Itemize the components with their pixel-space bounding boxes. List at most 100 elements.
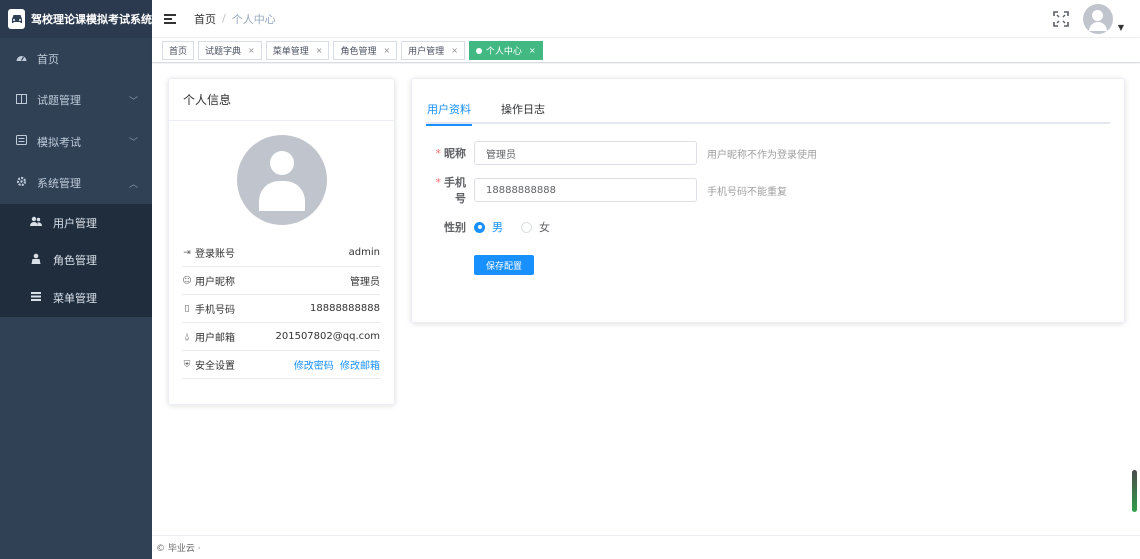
- phone-row: * 手机号 18888888888 手机号码不能重复: [426, 176, 788, 205]
- gender-label: 性别: [444, 221, 466, 234]
- close-icon[interactable]: ×: [451, 46, 458, 55]
- profile-avatar[interactable]: [237, 135, 327, 225]
- nickname-label: * 昵称: [426, 145, 467, 161]
- tab-operation-log[interactable]: 操作日志: [500, 101, 546, 124]
- change-password-link[interactable]: 修改密码: [294, 361, 334, 372]
- info-value: 201507802@qq.com: [275, 331, 381, 342]
- scrollbar[interactable]: [1132, 470, 1137, 512]
- sidebar-item-questions[interactable]: 试题管理 ﹀: [0, 80, 152, 122]
- sidebar-item-label: 试题管理: [37, 94, 81, 108]
- gender-female-radio[interactable]: 女: [521, 219, 550, 235]
- profile-edit-card: 用户资料 操作日志 * 昵称 管理员 用户昵称不作为登录使用 * 手机号 18888…: [411, 78, 1125, 323]
- tag-question-dict[interactable]: 试题字典 ×: [198, 41, 262, 60]
- gender-male-radio[interactable]: 男: [474, 219, 503, 235]
- sidebar: 驾校理论课模拟考试系统 首页 试题管理 ﹀ 模拟考试 ﹀ 系统管理 ︿ 用户管理…: [0, 0, 152, 559]
- sidebar-item-label: 菜单管理: [53, 291, 97, 305]
- save-button[interactable]: 保存配置: [474, 255, 534, 275]
- radio-label: 女: [539, 221, 550, 234]
- users-icon: [29, 216, 43, 229]
- car-icon: [8, 9, 25, 29]
- profile-tabs: 用户资料 操作日志: [426, 101, 1110, 126]
- phone-icon: ▯: [184, 303, 190, 314]
- brand[interactable]: 驾校理论课模拟考试系统: [0, 0, 152, 38]
- breadcrumb-home[interactable]: 首页: [194, 11, 216, 27]
- menu-icon: [29, 291, 43, 304]
- close-icon[interactable]: ×: [316, 46, 323, 55]
- dashboard-icon: [14, 53, 28, 65]
- user-icon: ☺: [182, 275, 192, 286]
- change-email-link[interactable]: 修改邮箱: [340, 361, 380, 372]
- tag-profile[interactable]: 个人中心 ×: [468, 41, 543, 60]
- phone-input[interactable]: 18888888888: [474, 178, 697, 202]
- list-item: ⛨ 安全设置 修改密码 修改邮箱: [182, 351, 380, 379]
- sidebar-item-roles[interactable]: 角色管理: [0, 242, 152, 280]
- tag-label: 菜单管理: [272, 47, 309, 57]
- fullscreen-icon[interactable]: [1053, 11, 1069, 27]
- tag-label: 试题字典: [205, 47, 242, 57]
- tag-home[interactable]: 首页: [162, 41, 195, 60]
- tag-label: 首页: [169, 47, 188, 57]
- breadcrumb-current: 个人中心: [231, 12, 276, 26]
- login-icon: ⇥: [183, 247, 191, 258]
- sidebar-item-exam[interactable]: 模拟考试 ﹀: [0, 121, 152, 163]
- tag-label: 角色管理: [340, 47, 377, 57]
- nickname-hint: 用户昵称不作为登录使用: [707, 149, 817, 161]
- hamburger-icon[interactable]: [164, 12, 176, 26]
- info-label: 手机号码: [195, 305, 235, 316]
- sidebar-item-home[interactable]: 首页: [0, 38, 152, 80]
- profile-card: 个人信息 ⇥ 登录账号 admin ☺ 用户昵称 管理员 ▯ 手机号码 1888888…: [168, 78, 395, 405]
- info-value: 18888888888: [310, 303, 380, 314]
- gear-icon: [14, 176, 28, 190]
- list-item: ☺ 用户昵称 管理员: [182, 267, 380, 295]
- sidebar-item-system[interactable]: 系统管理 ︿: [0, 163, 152, 205]
- info-label: 安全设置: [195, 361, 235, 372]
- nickname-row: * 昵称 管理员 用户昵称不作为登录使用: [426, 141, 817, 165]
- app-title: 驾校理论课模拟考试系统: [31, 13, 152, 26]
- caret-down-icon[interactable]: ▼: [1118, 23, 1124, 32]
- info-label: 登录账号: [195, 249, 235, 260]
- radio-unchecked-icon: [521, 221, 532, 233]
- close-icon[interactable]: ×: [529, 46, 536, 55]
- tab-user-info[interactable]: 用户资料: [426, 101, 472, 126]
- profile-card-title: 个人信息: [169, 79, 394, 121]
- nickname-label-text: 昵称: [444, 147, 466, 160]
- chevron-up-icon: ︿: [128, 179, 138, 190]
- list-item: ⍙ 用户邮箱 201507802@qq.com: [182, 323, 380, 351]
- tag-menu-manage[interactable]: 菜单管理 ×: [265, 41, 330, 60]
- sidebar-item-label: 模拟考试: [37, 135, 81, 149]
- sidebar-item-label: 用户管理: [53, 216, 97, 230]
- sidebar-item-label: 首页: [37, 52, 59, 66]
- tag-label: 个人中心: [485, 47, 522, 57]
- role-icon: [29, 253, 43, 267]
- sidebar-item-menus[interactable]: 菜单管理: [0, 279, 152, 317]
- avatar[interactable]: [1082, 4, 1113, 34]
- close-icon[interactable]: ×: [248, 46, 255, 55]
- sidebar-item-users[interactable]: 用户管理: [0, 204, 152, 242]
- chevron-down-icon: ﹀: [128, 96, 138, 107]
- top-navbar: 首页 / 个人中心 ▼: [152, 0, 1140, 38]
- sidebar-item-label: 角色管理: [53, 254, 97, 268]
- email-icon: ⍙: [184, 331, 190, 342]
- tag-user-manage[interactable]: 用户管理 ×: [401, 41, 465, 60]
- info-label: 用户昵称: [195, 277, 235, 288]
- close-icon[interactable]: ×: [383, 46, 390, 55]
- gender-row: 性别 男 女: [426, 215, 568, 239]
- main-content: 个人信息 ⇥ 登录账号 admin ☺ 用户昵称 管理员 ▯ 手机号码 1888888…: [152, 64, 1140, 535]
- system-submenu: 用户管理 角色管理 菜单管理: [0, 204, 152, 317]
- phone-label-text: 手机号: [444, 176, 466, 205]
- radio-checked-icon: [474, 221, 485, 233]
- tag-role-manage[interactable]: 角色管理 ×: [333, 41, 398, 60]
- active-dot-icon: [475, 47, 482, 54]
- list-item: ▯ 手机号码 18888888888: [182, 295, 380, 323]
- nickname-input[interactable]: 管理员: [474, 141, 697, 165]
- required-mark: *: [435, 176, 442, 189]
- header-actions: ▼: [1053, 4, 1124, 34]
- info-value: admin: [348, 247, 380, 258]
- book-icon: [14, 93, 28, 107]
- phone-hint: 手机号码不能重复: [707, 186, 787, 198]
- tag-label: 用户管理: [408, 47, 445, 57]
- footer: © 毕业云 ·: [152, 535, 1140, 559]
- breadcrumb-separator: /: [222, 12, 226, 25]
- phone-label: * 手机号: [426, 174, 467, 206]
- breadcrumb: 首页 / 个人中心: [194, 11, 276, 27]
